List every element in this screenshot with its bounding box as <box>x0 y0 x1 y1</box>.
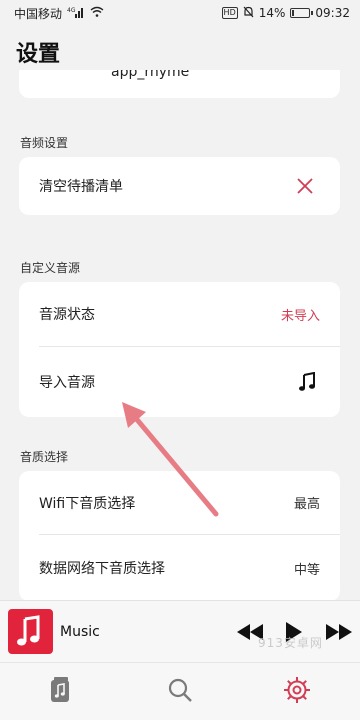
custom-source-card: 音源状态 未导入 导入音源 <box>19 282 340 417</box>
tab-search[interactable] <box>165 675 195 705</box>
tab-settings[interactable] <box>282 675 312 705</box>
theme-value: app_rhyme <box>111 70 190 80</box>
album-art[interactable] <box>8 609 53 654</box>
quality-card: Wifi下音质选择 最高 数据网络下音质选择 中等 <box>19 471 340 600</box>
fast-forward-icon[interactable] <box>324 618 354 646</box>
library-icon <box>51 677 69 702</box>
status-left: 中国移动 4G <box>14 5 104 22</box>
status-bar: 中国移动 4G HD 14% 09:32 <box>0 0 360 26</box>
player-title[interactable]: Music <box>60 624 100 640</box>
tab-library[interactable] <box>45 675 75 705</box>
theme-card: app_rhyme <box>19 70 340 98</box>
cellular-quality-label: 数据网络下音质选择 <box>39 561 165 577</box>
status-right: HD 14% 09:32 <box>221 6 350 21</box>
cellular-quality-value: 中等 <box>293 562 320 578</box>
mute-bell-icon <box>243 6 254 21</box>
wifi-quality-row[interactable]: Wifi下音质选择 最高 <box>19 471 340 534</box>
section-label-custom-source: 自定义音源 <box>20 261 81 275</box>
settings-scroll-area[interactable]: app_rhyme 音频设置 清空待播清单 自定义音源 音源状态 未导入 导入音… <box>0 70 360 600</box>
wifi-icon <box>90 6 104 20</box>
gear-icon <box>284 677 310 703</box>
album-music-note-icon <box>17 615 40 646</box>
page-title: 设置 <box>16 42 61 67</box>
cellular-quality-row[interactable]: 数据网络下音质选择 中等 <box>19 535 340 600</box>
import-source-label: 导入音源 <box>39 375 95 391</box>
source-status-row[interactable]: 音源状态 未导入 <box>19 282 340 346</box>
battery-fill <box>292 10 295 16</box>
mini-player[interactable]: Music <box>0 600 360 662</box>
source-status-value: 未导入 <box>280 308 320 324</box>
wifi-quality-value: 最高 <box>293 497 320 512</box>
audio-settings-card: 清空待播清单 <box>19 157 340 215</box>
network-type: 4G <box>67 7 76 14</box>
wifi-quality-label: Wifi下音质选择 <box>39 495 136 512</box>
close-icon[interactable] <box>296 177 314 195</box>
import-source-row[interactable]: 导入音源 <box>19 347 340 417</box>
section-label-quality: 音质选择 <box>20 450 69 464</box>
source-status-label: 音源状态 <box>39 307 95 323</box>
time-label: 09:32 <box>315 6 350 20</box>
page-header: 设置 <box>0 26 360 70</box>
music-note-icon[interactable] <box>298 372 316 392</box>
hd-icon: HD <box>221 7 238 19</box>
carrier-label: 中国移动 <box>14 6 63 21</box>
clear-queue-label: 清空待播清单 <box>39 179 123 195</box>
section-label-audio: 音频设置 <box>20 136 69 150</box>
watermark: 913安卓网 <box>258 636 323 650</box>
signal-icon: 4G <box>67 6 85 21</box>
tab-bar <box>0 662 360 720</box>
clear-queue-row[interactable]: 清空待播清单 <box>19 157 340 215</box>
search-icon <box>168 678 192 702</box>
battery-icon <box>290 8 314 18</box>
battery-percent: 14% <box>258 6 286 20</box>
